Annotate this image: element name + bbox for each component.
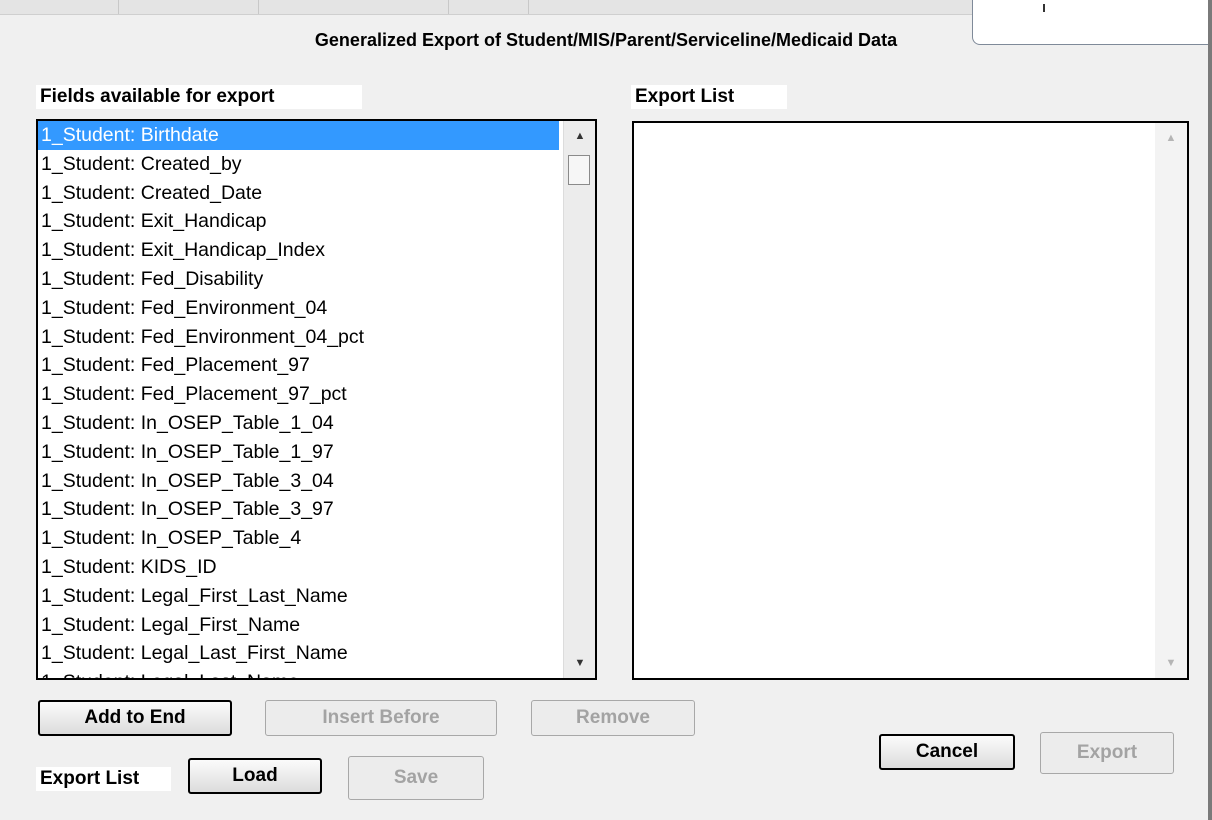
list-item[interactable]: 1_Student: In_OSEP_Table_3_97 — [38, 495, 559, 524]
list-item[interactable]: 1_Student: Created_by — [38, 150, 559, 179]
scrollbar-thumb[interactable] — [568, 155, 590, 185]
list-item[interactable]: 1_Student: In_OSEP_Table_3_04 — [38, 467, 559, 496]
fields-available-label: Fields available for export — [36, 85, 362, 109]
scroll-down-arrow-icon[interactable]: ▼ — [564, 652, 595, 674]
background-tab — [118, 0, 259, 14]
add-to-end-button[interactable]: Add to End — [38, 700, 232, 736]
list-item[interactable]: 1_Student: In_OSEP_Table_1_04 — [38, 409, 559, 438]
load-button[interactable]: Load — [188, 758, 322, 794]
list-item[interactable]: 1_Student: Created_Date — [38, 179, 559, 208]
export-list-scrollbar[interactable]: ▲ ▼ — [1155, 123, 1187, 678]
cancel-button[interactable]: Cancel — [879, 734, 1015, 770]
export-list-header-label: Export List — [631, 85, 787, 109]
list-item[interactable]: 1_Student: Legal_Last_Name — [38, 668, 559, 678]
scroll-up-arrow-icon[interactable]: ▲ — [564, 125, 595, 147]
list-item[interactable]: 1_Student: Legal_Last_First_Name — [38, 639, 559, 668]
fields-list-scrollbar[interactable]: ▲ ▼ — [563, 121, 595, 678]
fields-available-listbox[interactable]: 1_Student: Birthdate 1_Student: Created_b… — [36, 119, 597, 680]
export-list-footer-label: Export List — [36, 767, 171, 791]
list-item[interactable]: 1_Student: In_OSEP_Table_1_97 — [38, 438, 559, 467]
export-button[interactable]: Export — [1040, 732, 1174, 774]
list-item[interactable]: 1_Student: KIDS_ID — [38, 553, 559, 582]
list-item[interactable]: 1_Student: Exit_Handicap — [38, 207, 559, 236]
save-button[interactable]: Save — [348, 756, 484, 800]
list-item[interactable]: 1_Student: Fed_Placement_97 — [38, 351, 559, 380]
dialog-title: Generalized Export of Student/MIS/Parent… — [314, 30, 898, 50]
fields-items-container: 1_Student: Birthdate 1_Student: Created_b… — [38, 121, 559, 678]
window-right-edge — [1208, 0, 1212, 820]
background-tab — [258, 0, 449, 14]
list-item[interactable]: 1_Student: Legal_First_Last_Name — [38, 582, 559, 611]
background-tab — [448, 0, 529, 14]
insert-before-button[interactable]: Insert Before — [265, 700, 497, 736]
scroll-down-arrow-icon[interactable]: ▼ — [1155, 652, 1187, 674]
list-item[interactable]: 1_Student: Fed_Disability — [38, 265, 559, 294]
list-item[interactable]: 1_Student: Fed_Placement_97_pct — [38, 380, 559, 409]
list-item[interactable]: 1_Student: Fed_Environment_04 — [38, 294, 559, 323]
list-item[interactable]: 1_Student: Fed_Environment_04_pct — [38, 323, 559, 352]
list-item[interactable]: 1_Student: Exit_Handicap_Index — [38, 236, 559, 265]
window-fragment-mark — [1043, 4, 1045, 12]
list-item[interactable]: 1_Student: Birthdate — [38, 121, 559, 150]
background-tab — [0, 0, 119, 14]
list-item[interactable]: 1_Student: In_OSEP_Table_4 — [38, 524, 559, 553]
list-item[interactable]: 1_Student: Legal_First_Name — [38, 611, 559, 640]
scroll-up-arrow-icon[interactable]: ▲ — [1155, 127, 1187, 149]
remove-button[interactable]: Remove — [531, 700, 695, 736]
export-listbox[interactable]: ▲ ▼ — [632, 121, 1189, 680]
